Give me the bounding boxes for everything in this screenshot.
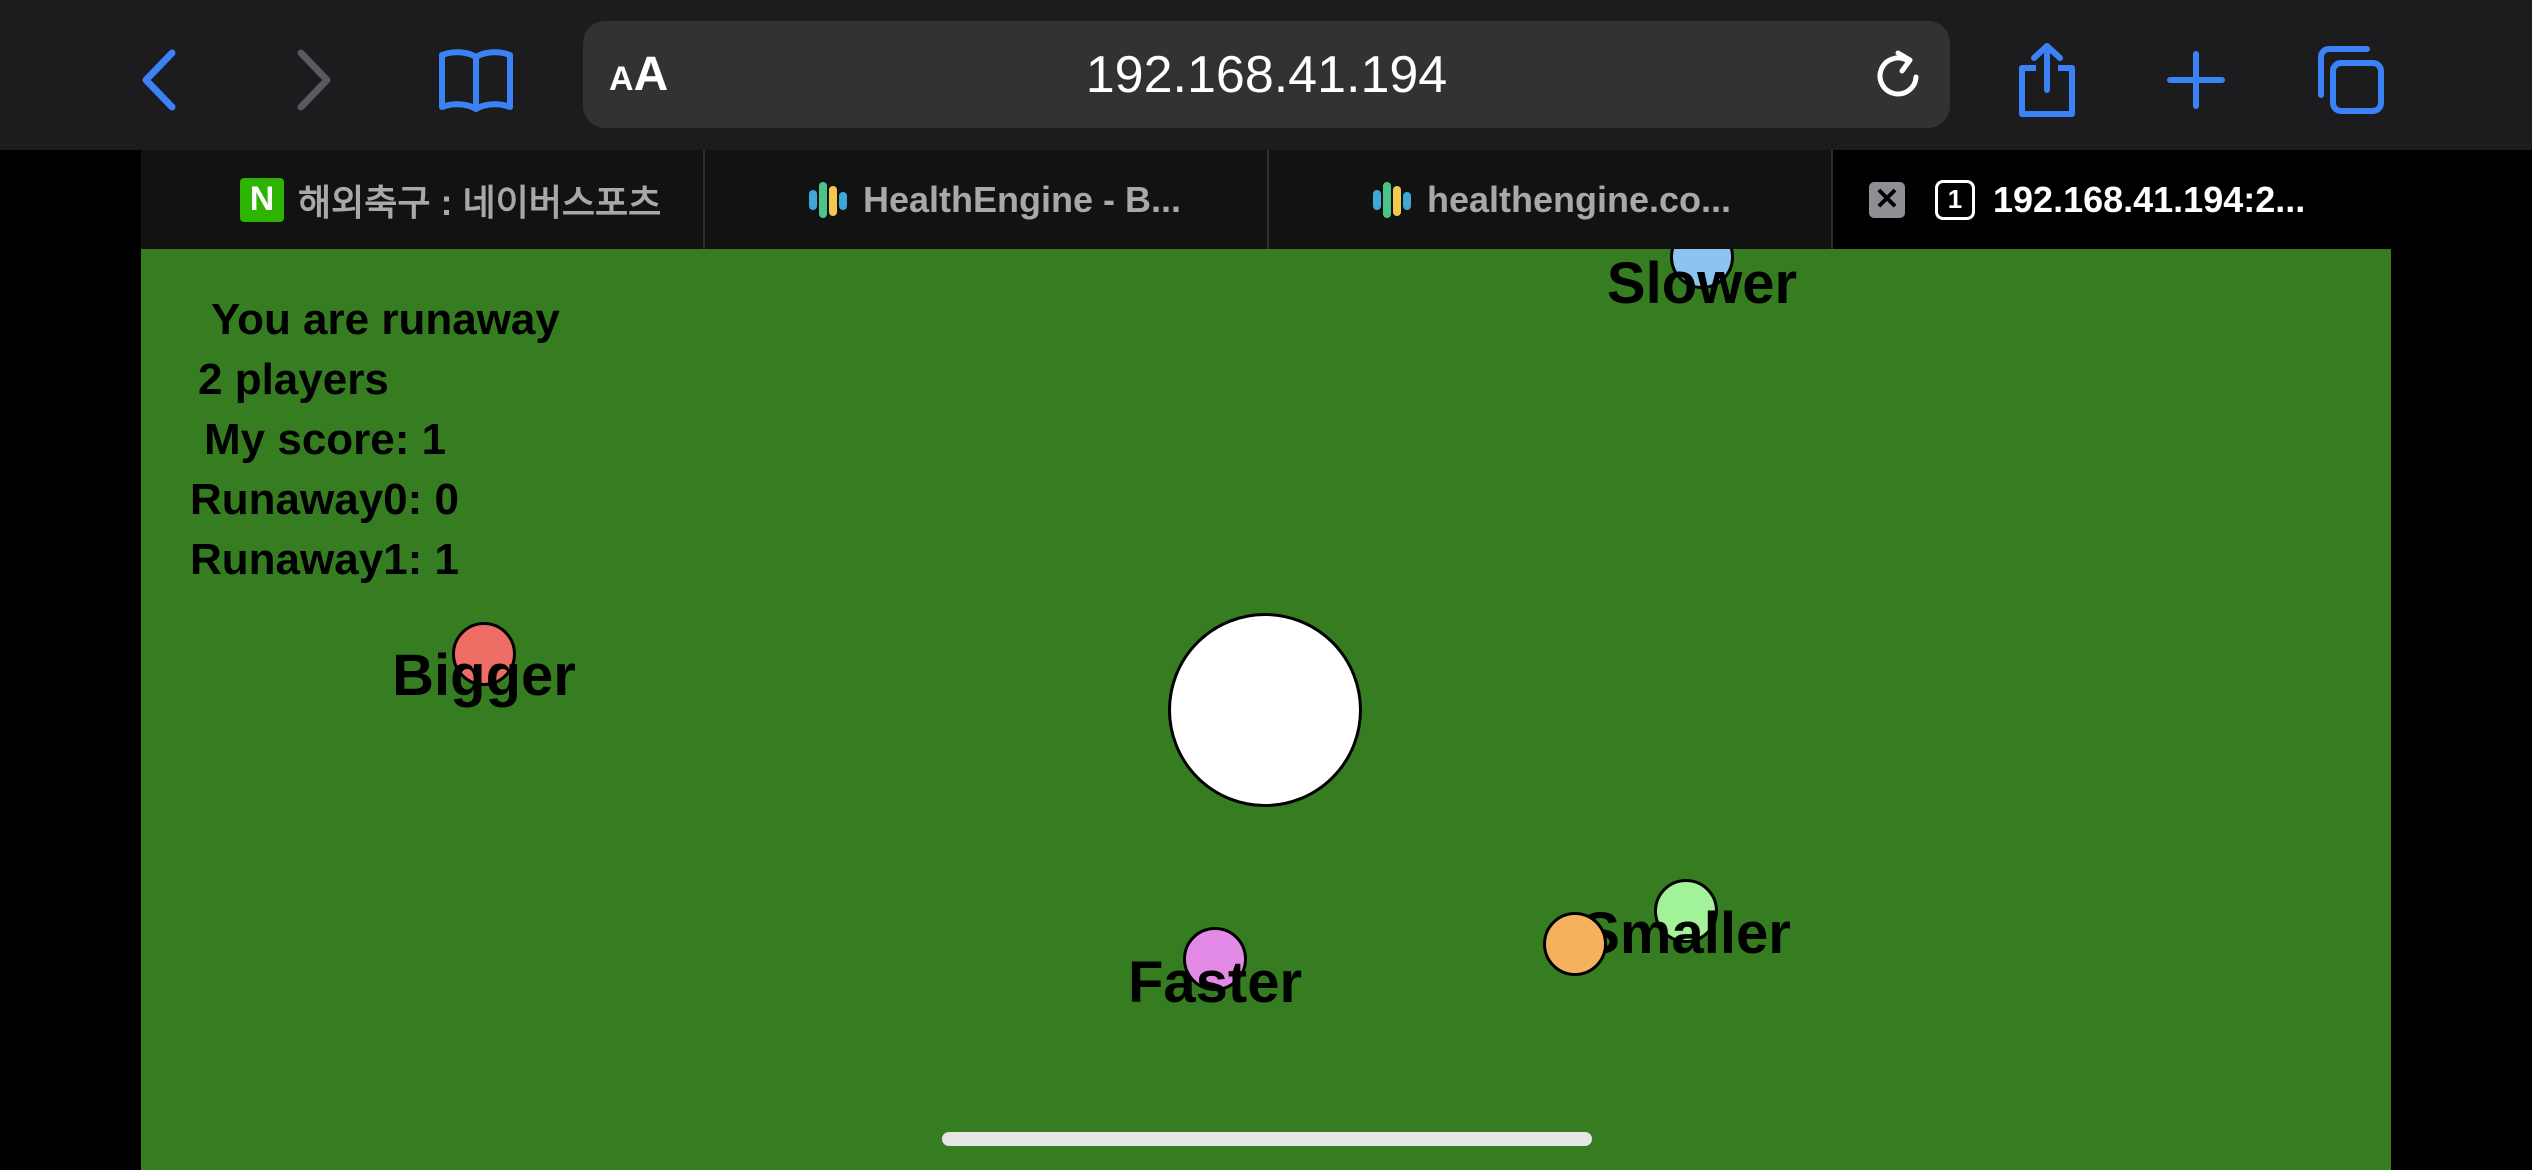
runaway-player-ball bbox=[1543, 912, 1607, 976]
home-indicator[interactable] bbox=[942, 1132, 1592, 1146]
tabs-icon bbox=[2318, 46, 2384, 114]
share-icon bbox=[2019, 43, 2075, 117]
healthengine-favicon-icon bbox=[1373, 181, 1411, 218]
tab-label: HealthEngine - B... bbox=[863, 178, 1182, 220]
address-bar[interactable]: AA 192.168.41.194 bbox=[583, 21, 1950, 128]
share-button[interactable] bbox=[1997, 30, 2097, 130]
slower-powerup-label: Slower bbox=[1606, 251, 1798, 316]
close-tab-icon[interactable]: ✕ bbox=[1869, 181, 1905, 218]
browser-toolbar: AA 192.168.41.194 bbox=[0, 0, 2532, 150]
reload-icon[interactable] bbox=[1866, 43, 1930, 107]
hud-score-runaway0: Runaway0: 0 bbox=[190, 475, 459, 524]
chaser-player-ball bbox=[1168, 613, 1362, 807]
tab-naver-sports[interactable]: N 해외축구 : 네이버스포츠 bbox=[141, 150, 705, 249]
hud-score-runaway1: Runaway1: 1 bbox=[190, 535, 459, 584]
hud-player-count: 2 players bbox=[198, 355, 389, 404]
url-text[interactable]: 192.168.41.194 bbox=[583, 45, 1950, 105]
tab-group-count-icon: 1 bbox=[1935, 179, 1975, 220]
new-tab-button[interactable] bbox=[2146, 30, 2246, 130]
smaller-powerup-label: Smaller bbox=[1581, 901, 1791, 966]
tab-label: 192.168.41.194:2... bbox=[1993, 178, 2306, 220]
chevron-left-icon bbox=[142, 49, 176, 111]
bigger-powerup-label: Bigger bbox=[392, 643, 576, 708]
hud-my-score: My score: 1 bbox=[204, 415, 447, 464]
forward-button[interactable] bbox=[263, 30, 363, 130]
healthengine-favicon-icon bbox=[809, 181, 847, 218]
book-icon bbox=[439, 49, 513, 112]
tab-local-game[interactable]: ✕ 1 192.168.41.194:2... bbox=[1833, 150, 2391, 249]
tab-healthengine-b[interactable]: HealthEngine - B... bbox=[705, 150, 1269, 249]
tabs-overview-button[interactable] bbox=[2300, 30, 2400, 130]
game-canvas[interactable]: You are runaway 2 players My score: 1 Ru… bbox=[141, 249, 2391, 1170]
tab-healthengine-co[interactable]: healthengine.co... bbox=[1269, 150, 1833, 249]
tab-label: 해외축구 : 네이버스포츠 bbox=[298, 181, 662, 223]
tab-label: healthengine.co... bbox=[1427, 178, 1732, 220]
faster-powerup-label: Faster bbox=[1127, 950, 1303, 1015]
hud-role: You are runaway bbox=[211, 295, 560, 344]
plus-icon bbox=[2167, 51, 2225, 109]
bookmarks-button[interactable] bbox=[426, 30, 526, 130]
chevron-right-icon bbox=[297, 49, 331, 111]
tab-bar: N 해외축구 : 네이버스포츠 HealthEngine - B... heal… bbox=[141, 150, 2391, 249]
back-button[interactable] bbox=[110, 30, 210, 130]
naver-favicon-icon: N bbox=[240, 177, 284, 222]
